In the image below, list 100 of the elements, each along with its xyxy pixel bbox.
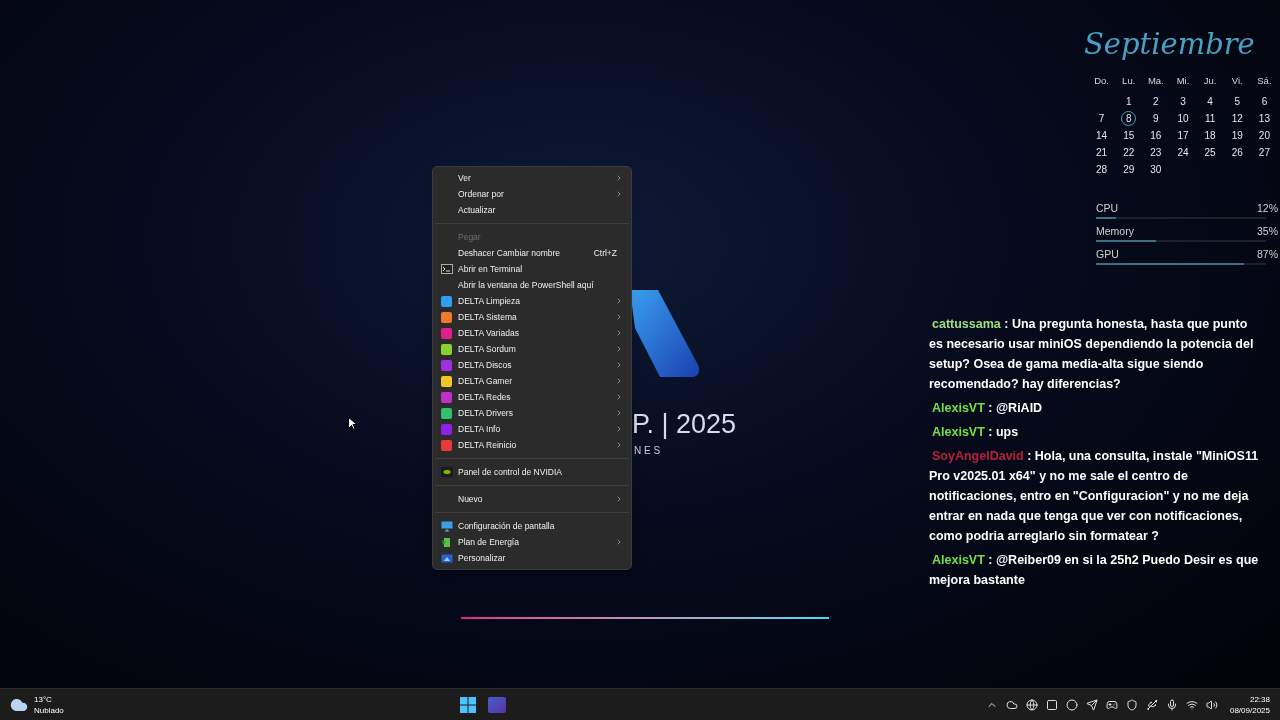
app-icon[interactable] [487,696,506,713]
calendar-day[interactable]: 27 [1256,145,1272,161]
menu-item[interactable]: DELTA Info [433,421,631,437]
weather-temperature: 13°C [34,693,53,705]
menu-item[interactable]: Configuración de pantalla [433,518,631,534]
meter-label: Memory [1096,224,1134,239]
calendar-day[interactable]: 12 [1229,111,1245,127]
wifi-icon[interactable] [1185,698,1198,711]
cloud-icon[interactable] [1005,698,1018,711]
meter-label: GPU [1096,246,1119,262]
weekday-label: Vi. [1230,74,1244,88]
menu-item[interactable]: Plan de Energía [433,534,631,550]
monitor-icon [441,520,453,532]
calendar-day[interactable]: 21 [1094,145,1110,161]
calendar-day[interactable]: 15 [1121,128,1137,144]
chat-username: SoyAngelDavid [932,449,1024,463]
calendar-day[interactable]: 1 [1121,94,1137,110]
calendar-day[interactable]: 29 [1121,162,1137,178]
menu-item[interactable]: DELTA Gamer [433,373,631,389]
calendar-day[interactable]: 26 [1229,145,1245,161]
chat-message: AlexisVT : @Reiber09 en si la 25h2 Puedo Desir es que mejora bastante [929,552,1260,589]
calendar-day[interactable]: 20 [1256,128,1272,144]
weekday-label: Ju. [1202,74,1218,88]
calendar-day[interactable]: 22 [1121,145,1137,161]
calendar-day[interactable]: 2 [1148,94,1164,110]
wallpaper-title: P. | 2025 [632,408,737,441]
chat-message: AlexisVT : ups [931,424,1020,441]
menu-item[interactable]: Abrir la ventana de PowerShell aquí [433,277,631,293]
menu-item[interactable]: DELTA Sistema [433,309,631,325]
calendar-day[interactable]: 6 [1256,94,1272,110]
weekday-label: Sá. [1256,74,1273,88]
meter-reading: 12% [1257,201,1278,217]
meter-label: CPU [1096,201,1119,217]
month-title: Septiembre [1084,26,1256,63]
meter-reading: 87% [1257,246,1278,262]
paint-screen-icon [441,552,453,564]
calendar-day[interactable]: 16 [1148,128,1164,144]
calendar-day[interactable]: 19 [1229,128,1245,144]
menu-item[interactable]: Personalizar [433,550,631,566]
menu-item[interactable]: DELTA Discos [433,357,631,373]
chat-username: AlexisVT [932,425,985,439]
calendar-day[interactable]: 11 [1202,111,1218,127]
menu-item[interactable]: DELTA Reinicio [433,437,631,453]
menu-item[interactable]: DELTA Sordum [433,341,631,357]
weather-condition: Nublado [34,704,64,716]
battery-leaf-icon [441,536,453,548]
shield-icon[interactable] [1125,698,1138,711]
square-icon[interactable] [1045,698,1058,711]
menu-item[interactable]: DELTA Variadas [433,325,631,341]
weekday-label: Lu. [1121,74,1137,88]
menu-item[interactable]: Abrir en Terminal [433,261,631,277]
wallpaper-subtitle: N E S [634,444,661,458]
mouse-cursor-icon [348,417,357,430]
menu-item[interactable]: Actualizar [433,202,631,218]
calendar-day[interactable]: 13 [1256,111,1272,127]
menu-item[interactable]: Ver [433,170,631,186]
eye-logo-icon [441,467,453,477]
menu-item[interactable]: Deshacer Cambiar nombre Ctrl+Z [433,245,631,261]
clock-time: 22:38 [1249,693,1270,705]
calendar-day[interactable]: 23 [1148,145,1164,161]
calendar-day[interactable]: 7 [1094,111,1110,127]
usb-icon[interactable] [1145,698,1158,711]
calendar-day[interactable]: 9 [1148,111,1164,127]
globe-icon[interactable] [1025,698,1038,711]
terminal-icon [441,264,453,274]
gamepad-icon[interactable] [1105,698,1118,711]
windows-logo-icon[interactable] [459,696,476,713]
calendar-day[interactable]: 3 [1175,94,1191,110]
weekday-label: Mi. [1175,74,1191,88]
menu-item[interactable]: DELTA Drivers [433,405,631,421]
meter-reading: 35% [1257,224,1278,239]
chat-username: cattussama [932,317,1001,331]
menu-item[interactable]: DELTA Redes [433,389,631,405]
volume-icon[interactable] [1205,698,1218,711]
send-icon[interactable] [1085,698,1098,711]
shortcut-label: Ctrl+Z [593,246,617,260]
menu-item[interactable]: Panel de control de NVIDIA [433,464,631,480]
weekday-label: Ma. [1146,74,1165,88]
calendar-day[interactable]: 30 [1148,162,1164,178]
calendar-day[interactable]: 18 [1202,128,1218,144]
menu-item[interactable]: Nuevo [433,491,631,507]
calendar-day[interactable]: 5 [1229,94,1245,110]
calendar-day[interactable]: 17 [1175,128,1191,144]
chat-username: AlexisVT [932,401,985,415]
calendar-day[interactable]: 24 [1175,145,1191,161]
calendar-day[interactable]: 14 [1094,128,1110,144]
chat-message: SoyAngelDavid : Hola, una consulta, instale "MiniOS11 Pro v2025.01 x64" y no me sale el centro de notificaciones, entro en "Configuracion" y no me deja entrar en nada que tenga que ver con notificaciones, como podria arreglarlo sin formatear ? [929,448,1260,545]
menu-item[interactable]: Ordenar por [433,186,631,202]
calendar-day[interactable]: 4 [1202,94,1218,110]
circle-icon[interactable] [1065,698,1078,711]
weekday-label: Do. [1093,74,1110,88]
chat-username: AlexisVT [932,553,985,567]
chat-message: AlexisVT : @RiAlD [931,400,1044,417]
calendar-day[interactable]: 10 [1175,111,1191,127]
chat-message: cattussama : Una pregunta honesta, hasta que punto es necesario usar miniOS dependiendo la potencia del setup? Osea de gama media-alta sigue siendo recomendado? hay diferencias? [929,316,1255,393]
calendar-day[interactable]: 25 [1202,145,1218,161]
microphone-icon[interactable] [1165,698,1178,711]
menu-item[interactable]: DELTA Limpieza [433,293,631,309]
clock-date: 08/09/2025 [1229,704,1270,716]
calendar-day[interactable]: 28 [1094,162,1110,178]
